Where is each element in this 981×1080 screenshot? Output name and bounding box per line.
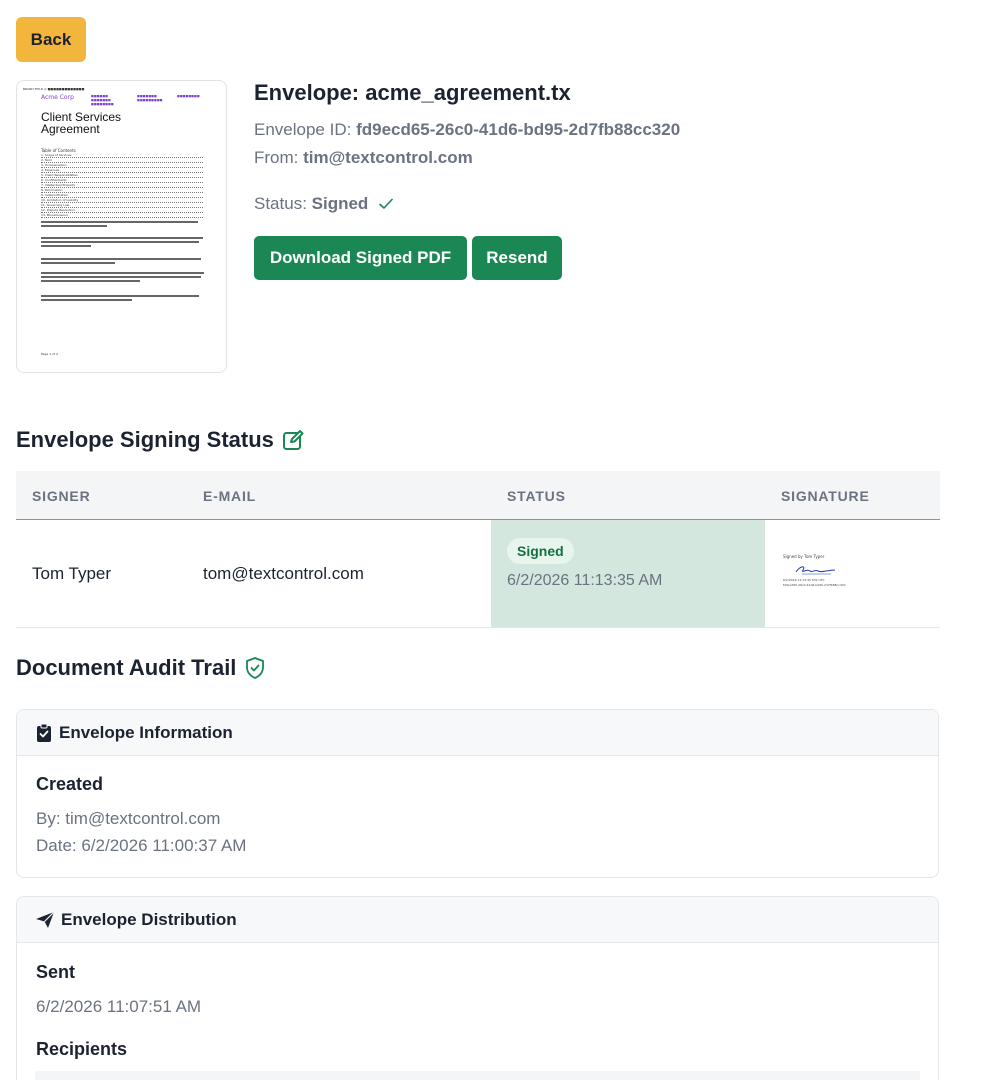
shield-check-icon <box>244 656 266 680</box>
thumbnail-paragraph <box>41 221 206 229</box>
thumbnail-paragraph <box>41 272 206 284</box>
status-timestamp: 6/2/2026 11:13:35 AM <box>507 572 663 589</box>
envelope-distribution-card: Envelope Distribution Sent 6/2/2026 11:0… <box>16 896 939 1080</box>
sent-date: 6/2/2026 11:07:51 AM <box>36 997 202 1016</box>
signature-meta-id: fd9ecd65-26c0-41d6-bd95-2d7fb88cc320 <box>783 583 846 587</box>
signature-caption: Signed by Tom Typer <box>783 554 825 559</box>
recipients-heading: Recipients <box>36 1039 128 1059</box>
table-row: Tom Typer tom@textcontrol.com Signed 6/2… <box>16 520 940 628</box>
thumbnail-paragraph <box>41 258 206 266</box>
envelope-title: Envelope: acme_agreement.tx <box>254 80 571 105</box>
back-button[interactable]: Back <box>16 17 86 62</box>
thumbnail-toc-item: 13. Miscellaneous <box>41 213 203 218</box>
thumbnail-toc-label: 13. Miscellaneous <box>41 213 69 217</box>
thumbnail-header: BRAND FIELD ◎ ■■■■■■■■■■■■■ <box>23 87 85 91</box>
thumbnail-toc-label: 8. Termination <box>41 188 64 192</box>
envelope-information-title: Envelope Information <box>59 722 233 742</box>
thumbnail-toc-label: 3. Compensation <box>41 163 68 167</box>
edit-icon <box>282 429 304 451</box>
card-header: Envelope Information <box>17 710 938 756</box>
thumbnail-web: ■■■■■■■■ <box>177 94 200 98</box>
thumbnail-paragraph <box>41 237 206 249</box>
thumbnail-toc-label: 11. Governing Law <box>41 203 71 207</box>
recipients-list <box>35 1071 920 1080</box>
thumbnail-toc-label: 12. Dispute Resolution <box>41 208 76 212</box>
sent-heading: Sent <box>36 962 76 982</box>
thumbnail-toc-label: 5. Client Responsibilities <box>41 173 79 177</box>
signature-image[interactable]: Signed by Tom Typer 6/2/2026 11:13:35.53… <box>783 554 873 598</box>
thumbnail-toc-item: 1. Scope of Services <box>41 153 203 158</box>
envelope-id: Envelope ID: fd9ecd65-26c0-41d6-bd95-2d7… <box>254 120 680 140</box>
thumbnail-footer: Page 1 of 4 <box>41 352 58 356</box>
check-icon <box>379 195 393 215</box>
created-heading: Created <box>36 774 104 794</box>
thumbnail-title: Client Services Agreement <box>41 111 121 135</box>
thumbnail-title-line2: Agreement <box>41 122 100 136</box>
table-header: SIGNER E-MAIL STATUS SIGNATURE <box>16 471 940 520</box>
resend-button[interactable]: Resend <box>472 236 562 280</box>
envelope-id-value: fd9ecd65-26c0-41d6-bd95-2d7fb88cc320 <box>356 120 681 139</box>
thumbnail-toc-label: 7. Intellectual Property <box>41 183 77 187</box>
thumbnail-toc-label: 4. Expenses <box>41 168 61 172</box>
thumbnail-toc-label: 10. Limitation of Liability <box>41 198 80 202</box>
thumbnail-toc-label: 6. Confidentiality <box>41 178 68 182</box>
signing-status-title: Envelope Signing Status <box>16 427 274 452</box>
document-thumbnail[interactable]: BRAND FIELD ◎ ■■■■■■■■■■■■■ Acme Corp ■■… <box>16 80 227 373</box>
thumbnail-toc-label: 9. Indemnification <box>41 193 70 197</box>
envelope-information-card: Envelope Information Created By: tim@tex… <box>16 709 939 878</box>
column-header-signature: SIGNATURE <box>781 488 870 504</box>
envelope-from-label: From: <box>254 148 304 167</box>
clipboard-check-icon <box>35 723 53 743</box>
thumbnail-toc-item: 3. Compensation <box>41 163 203 168</box>
column-header-email: E-MAIL <box>203 488 257 504</box>
thumbnail-toc-label: 1. Scope of Services <box>41 153 73 157</box>
status-badge: Signed <box>507 538 574 564</box>
signature-scribble <box>795 566 836 575</box>
envelope-from: From: tim@textcontrol.com <box>254 148 473 168</box>
signing-status-heading: Envelope Signing Status <box>16 427 304 453</box>
signing-status-table: SIGNER E-MAIL STATUS SIGNATURE Tom Typer… <box>16 471 940 628</box>
column-header-status: STATUS <box>507 488 566 504</box>
audit-trail-title: Document Audit Trail <box>16 655 237 680</box>
thumbnail-toc-item: 7. Intellectual Property <box>41 183 203 188</box>
thumbnail-toc-label: 2. Term <box>41 158 54 162</box>
envelope-from-value: tim@textcontrol.com <box>303 148 473 167</box>
download-signed-pdf-button[interactable]: Download Signed PDF <box>254 236 467 280</box>
envelope-id-label: Envelope ID: <box>254 120 357 139</box>
signer-email: tom@textcontrol.com <box>203 564 364 583</box>
created-by: By: tim@textcontrol.com <box>36 809 221 828</box>
envelope-status-label: Status: <box>254 194 312 213</box>
created-date: Date: 6/2/2026 11:00:37 AM <box>36 836 247 855</box>
signer-name: Tom Typer <box>32 564 112 583</box>
envelope-status-value: Signed <box>311 194 369 213</box>
envelope-distribution-title: Envelope Distribution <box>61 909 237 929</box>
envelope-status: Status: Signed <box>254 194 393 215</box>
thumbnail-company: Acme Corp <box>41 94 74 101</box>
thumbnail-phone: ■■■■■■■ ■■■■■■■■■ <box>137 94 163 102</box>
status-cell: Signed 6/2/2026 11:13:35 AM <box>491 520 765 627</box>
column-header-signer: SIGNER <box>32 488 91 504</box>
audit-trail-heading: Document Audit Trail <box>16 655 266 681</box>
card-header: Envelope Distribution <box>17 897 938 943</box>
thumbnail-paragraph <box>41 295 206 303</box>
thumbnail-address: ■■■■■■ ■■■■■■■ ■■■■■■■■ <box>91 94 114 106</box>
thumbnail-toc: 1. Scope of Services 2. Term 3. Compensati… <box>41 153 203 219</box>
paper-plane-icon <box>35 911 55 929</box>
signature-meta-date: 6/2/2026 11:13:35.532 UTC <box>783 578 825 582</box>
